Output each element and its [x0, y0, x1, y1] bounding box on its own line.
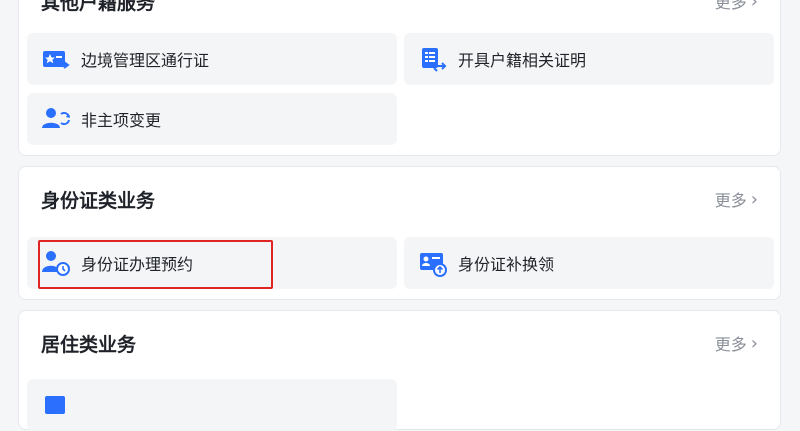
tile-id-renew[interactable]: 身份证补换领 [404, 237, 774, 289]
person-change-icon [41, 104, 71, 134]
residence-services-card: 居住类业务 更多 › [18, 310, 781, 431]
more-label: 更多 [714, 191, 747, 210]
more-label: 更多 [714, 335, 747, 354]
id-card-services-header: 身份证类业务 更多 › [41, 179, 758, 219]
more-link[interactable]: 更多 › [715, 331, 758, 355]
tile-border-pass[interactable]: 边境管理区通行证 [27, 33, 397, 85]
border-pass-icon [41, 44, 71, 74]
household-services-header: 其他户籍服务 更多 › [41, 0, 758, 21]
chevron-right-icon: › [750, 188, 758, 210]
tile-household-document[interactable]: 开具户籍相关证明 [404, 33, 774, 85]
more-label: 更多 [714, 0, 747, 12]
tile-label: 非主项变更 [81, 111, 162, 130]
id-card-renew-icon [418, 248, 448, 278]
more-link[interactable]: 更多 › [715, 0, 758, 13]
residence-icon [41, 390, 71, 420]
residence-services-header: 居住类业务 更多 › [41, 323, 758, 363]
section-title: 身份证类业务 [41, 189, 156, 212]
selection-highlight [38, 240, 273, 289]
tile-label: 开具户籍相关证明 [458, 51, 587, 70]
tile-residence[interactable] [27, 379, 397, 431]
more-link[interactable]: 更多 › [715, 187, 758, 211]
tile-label: 身份证补换领 [458, 255, 555, 274]
section-title: 其他户籍服务 [41, 0, 156, 14]
household-services-card: 其他户籍服务 更多 › 边境管理区通行证 开具户籍相关证明 非主项变更 [18, 0, 781, 156]
chevron-right-icon: › [750, 332, 758, 354]
household-document-icon [418, 44, 448, 74]
section-title: 居住类业务 [41, 333, 137, 356]
tile-person-change[interactable]: 非主项变更 [27, 93, 397, 145]
tile-label: 边境管理区通行证 [81, 51, 210, 70]
chevron-right-icon: › [750, 0, 758, 12]
